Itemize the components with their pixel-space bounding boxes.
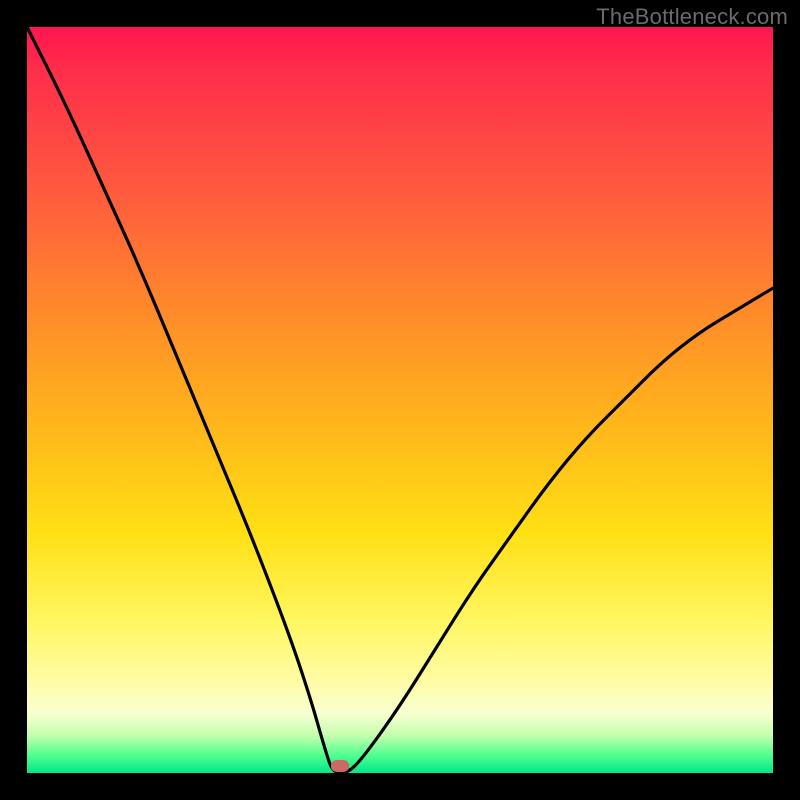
optimal-marker [331, 760, 349, 772]
bottleneck-curve [27, 27, 773, 773]
chart-frame: TheBottleneck.com [0, 0, 800, 800]
plot-area [27, 27, 773, 773]
